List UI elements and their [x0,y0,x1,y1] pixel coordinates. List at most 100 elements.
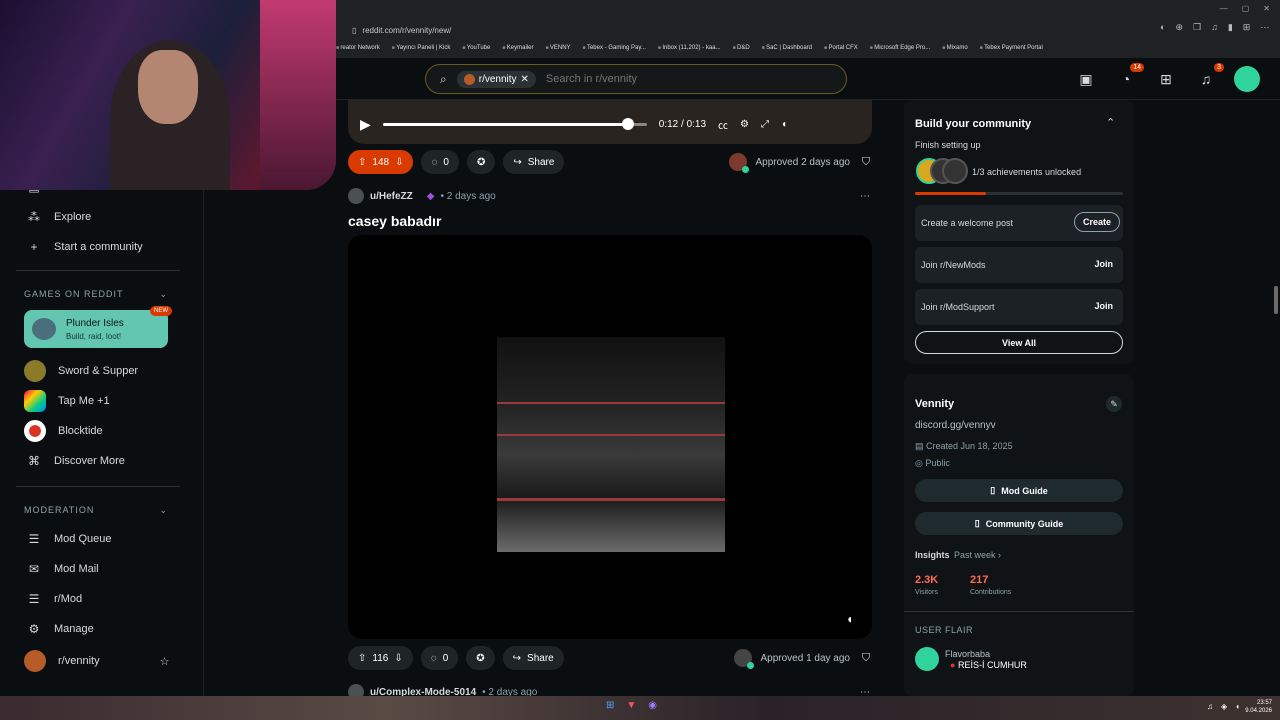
video-progress-bar[interactable] [382,117,647,130]
community-guide-button[interactable]: ▯ Community Guide [915,512,1123,535]
bookmark[interactable]: VENNY [545,45,571,51]
brave-icon[interactable]: ▼ [626,700,636,711]
flair-tag[interactable]: ● REİS-İ CUMHUR [950,660,1027,670]
insights-period[interactable]: Past week › [954,550,1001,560]
create-icon[interactable]: ⊞ [1154,67,1178,91]
game-item-tap-me[interactable]: Tap Me +1 [24,390,110,412]
close-icon[interactable]: ✕ [1263,4,1270,13]
sidebar-item-explore[interactable]: ⁂ Explore [26,210,91,224]
comments-button[interactable]: ◌ 0 [421,150,459,174]
bookmark[interactable]: Tebex - Gaming Pay... [583,45,646,51]
subreddit-chip[interactable]: r/vennity ✕ [456,70,536,88]
bookmark[interactable]: Inbox (11,202) - kaa... [658,45,720,51]
page-scrollbar[interactable] [1274,286,1278,314]
gamepad-icon: ⌘ [28,454,40,468]
extension-icon[interactable]: ⊞ [1243,22,1251,33]
shield-icon[interactable]: ⛉ [858,156,874,169]
window-controls[interactable]: — ▢ ✕ [1220,4,1270,13]
volume-icon[interactable]: ◖ [846,612,862,628]
star-icon[interactable]: ☆ [160,655,170,668]
sidebar-item-label: Explore [54,211,92,223]
user-avatar[interactable] [348,188,364,204]
maximize-icon[interactable]: ▢ [1242,4,1250,13]
captions-icon[interactable]: ㏄ [718,117,728,132]
sidebar-item-discover-more[interactable]: ⌘ Discover More [26,454,125,468]
bookmark[interactable]: Mixamo [942,45,968,51]
sidebar-item-mod-mail[interactable]: ✉ Mod Mail [26,562,99,576]
comment-count: 0 [442,652,449,664]
bookmark[interactable]: Microsoft Edge Pro... [870,45,930,51]
avatar[interactable] [1234,66,1260,92]
game-item-sword-supper[interactable]: Sword & Supper [24,360,138,382]
bookmark[interactable]: Tebex Payment Portal [980,45,1043,51]
comments-button[interactable]: ◌ 0 [420,646,459,670]
sidebar-item-start-community[interactable]: + Start a community [26,240,142,254]
share-button[interactable]: ↪ Share [503,150,565,174]
windows-start-icon[interactable]: ⊞ [606,700,614,711]
chip-close-icon[interactable]: ✕ [521,74,529,85]
achievement-icon [942,158,968,184]
bookmark[interactable]: reator Network [336,45,379,51]
settings-icon[interactable]: ⚙ [740,119,749,130]
headset-icon[interactable]: ♫ [1207,702,1213,711]
chevron-down-icon[interactable]: ⌄ [159,289,168,300]
extension-icon[interactable]: ❐ [1193,22,1201,33]
volume-icon[interactable]: ◖ [1235,702,1240,711]
sidebar-item-r-vennity[interactable]: r/vennity ☆ [24,650,169,672]
game-item-blocktide[interactable]: Blocktide [24,420,103,442]
downvote-icon[interactable]: ⇩ [395,157,403,168]
minimize-icon[interactable]: — [1220,4,1228,13]
award-button[interactable]: ✪ [466,646,495,670]
app-icon[interactable]: ◉ [648,700,657,711]
upvote-icon[interactable]: ⇧ [358,653,366,664]
create-button[interactable]: Create [1073,212,1120,232]
bookmark[interactable]: Yayıncı Paneli | Kick [392,45,450,51]
chevron-up-icon[interactable]: ⌃ [1106,116,1115,129]
extension-icon[interactable]: ⊕ [1175,22,1183,33]
moderation-section-header[interactable]: MODERATION ⌄ [24,505,168,516]
downvote-icon[interactable]: ⇩ [394,653,402,664]
fullscreen-icon[interactable]: ⤢ [761,119,769,130]
vote-pill[interactable]: ⇧ 148 ⇩ [348,150,414,174]
chat-icon[interactable]: ◔ 14 [1114,63,1144,91]
more-options-icon[interactable]: ⋯ [860,191,870,202]
bookmark[interactable]: Keymailer [502,45,534,51]
play-icon[interactable]: ▶ [360,116,371,133]
shield-icon[interactable]: ⛉ [858,652,874,665]
bookmark[interactable]: Portal CFX [824,45,857,51]
volume-icon[interactable]: ◖ [781,119,787,130]
notification-icon[interactable]: ♫ 3 [1194,63,1224,91]
address-bar[interactable]: ▯ reddit.com/r/vennity/new/ [352,20,912,40]
view-all-button[interactable]: View All [915,331,1123,354]
extension-icon[interactable]: ♫ [1211,22,1218,33]
chevron-down-icon[interactable]: ⌄ [159,505,168,516]
bookmark[interactable]: SaC | Dashboard [762,45,812,51]
network-icon[interactable]: ◈ [1221,702,1227,711]
bookmark[interactable]: D&D [733,45,750,51]
post-author[interactable]: u/HefeZZ [370,191,413,202]
extension-icon[interactable]: ◐ [1160,22,1165,33]
upvote-icon[interactable]: ⇧ [358,157,366,168]
sidebar-item-manage[interactable]: ⚙ Manage [26,622,94,636]
search-input[interactable] [545,73,746,85]
extension-icons[interactable]: ◐ ⊕ ❐ ♫ ▮ ⊞ ⋯ [1160,22,1269,33]
game-card-plunder-isles[interactable]: Plunder Isles Build, raid, loot! NEW [24,306,172,348]
games-section-header[interactable]: GAMES ON REDDIT ⌄ [24,289,168,300]
extension-icon[interactable]: ⋯ [1260,22,1269,33]
edit-icon[interactable]: ✎ [1106,396,1122,412]
join-button[interactable]: Join [1094,259,1113,269]
video-progress-knob[interactable] [622,117,635,130]
search-bar[interactable]: ⌕ r/vennity ✕ [425,64,847,94]
extension-icon[interactable]: ▮ [1228,22,1233,33]
join-button[interactable]: Join [1094,301,1113,311]
sidebar-item-mod-queue[interactable]: ☰ Mod Queue [26,532,112,546]
post-title[interactable]: casey babadır [348,213,441,229]
taskbar-clock[interactable]: 23:57 9.04.2026 [1245,699,1272,715]
sidebar-item-r-mod[interactable]: ☰ r/Mod [26,592,83,606]
share-button[interactable]: ↪ Share [502,646,564,670]
vote-pill[interactable]: ⇧ 116 ⇩ [348,646,413,670]
mod-guide-button[interactable]: ▯ Mod Guide [915,479,1123,502]
bookmark[interactable]: YouTube [462,45,491,51]
award-button[interactable]: ✪ [466,150,496,174]
ads-icon[interactable]: ▣ [1074,67,1098,91]
